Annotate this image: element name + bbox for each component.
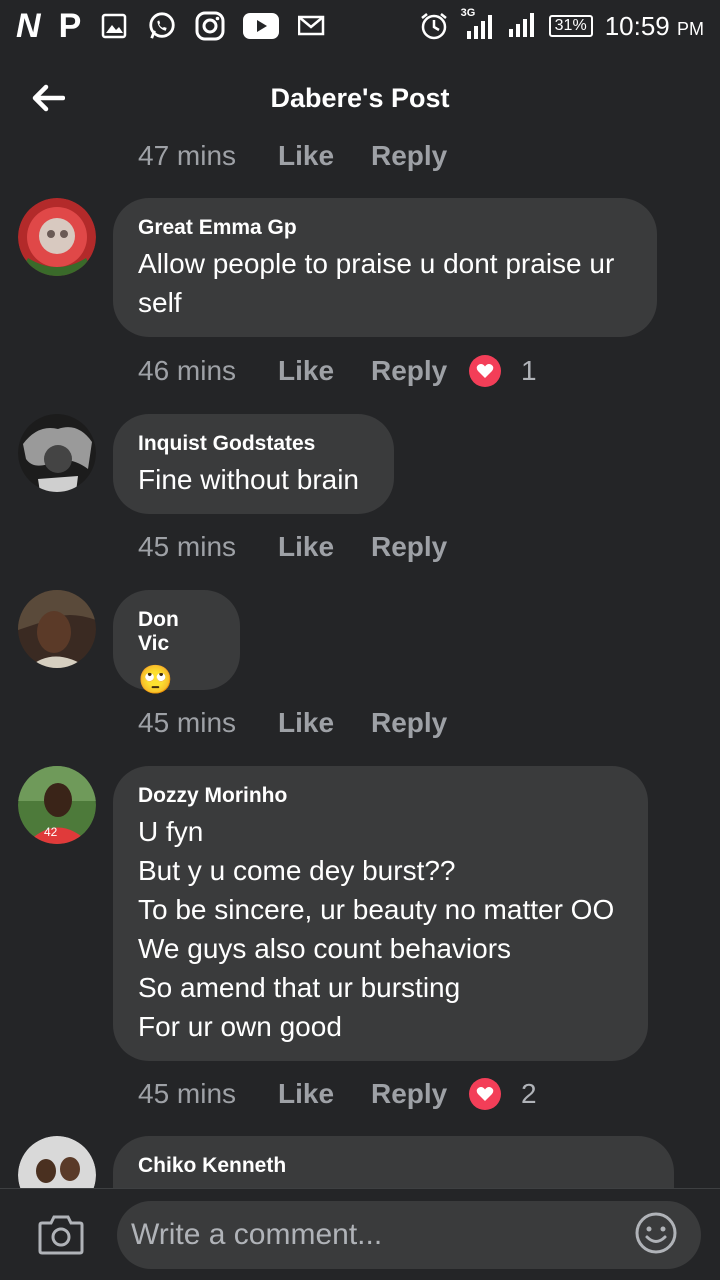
signal-icon bbox=[507, 9, 537, 44]
comment-text: 🙄 bbox=[138, 664, 173, 695]
whatsapp-icon bbox=[147, 11, 177, 41]
avatar[interactable] bbox=[18, 198, 96, 276]
avatar[interactable]: 42 bbox=[18, 766, 96, 844]
comment-actions: 45 mins Like Reply bbox=[138, 703, 469, 743]
comment-composer bbox=[0, 1188, 720, 1280]
comment-time: 45 mins bbox=[138, 531, 237, 562]
reply-button[interactable]: Reply bbox=[371, 1078, 469, 1110]
reply-button[interactable]: Reply bbox=[371, 531, 469, 563]
like-button[interactable]: Like bbox=[278, 531, 371, 563]
comments-feed[interactable]: 47 mins Like Reply Great Emma Gp Allow p… bbox=[0, 128, 720, 1188]
instagram-icon bbox=[195, 11, 225, 41]
like-button[interactable]: Like bbox=[278, 140, 371, 172]
comment-time: 45 mins bbox=[138, 1078, 237, 1109]
comment-text: U fyn But y u come dey burst?? To be sin… bbox=[138, 816, 615, 1042]
status-bar: N P 3G 31% 10:59 PM bbox=[0, 0, 720, 52]
like-button[interactable]: Like bbox=[278, 1078, 371, 1110]
heart-icon bbox=[469, 1078, 501, 1110]
like-button[interactable]: Like bbox=[278, 707, 371, 739]
notification-p-icon: P bbox=[58, 7, 82, 45]
gallery-icon bbox=[99, 11, 129, 41]
comment-bubble: Don Vic 🙄 bbox=[113, 590, 240, 695]
comment-time: 46 mins bbox=[138, 355, 237, 386]
reply-button[interactable]: Reply bbox=[371, 707, 469, 739]
heart-icon bbox=[469, 355, 501, 387]
signal-3g-icon: 3G bbox=[461, 7, 495, 41]
page-title: Dabere's Post bbox=[270, 82, 450, 113]
comment-author[interactable]: Don Vic bbox=[138, 608, 214, 656]
avatar[interactable] bbox=[18, 414, 96, 492]
comment-text: Allow people to praise u dont praise ur … bbox=[138, 248, 615, 318]
svg-text:42: 42 bbox=[44, 825, 58, 839]
reply-button[interactable]: Reply bbox=[371, 140, 469, 172]
comment-bubble: Chiko Kenneth bbox=[113, 1136, 674, 1188]
comment-author[interactable]: Great Emma Gp bbox=[138, 216, 631, 240]
reply-button[interactable]: Reply bbox=[371, 355, 469, 387]
avatar[interactable] bbox=[18, 590, 96, 668]
comment-author[interactable]: Chiko Kenneth bbox=[138, 1154, 648, 1178]
comment-actions: 45 mins Like Reply bbox=[138, 527, 469, 567]
comment-actions: 45 mins Like Reply 2 bbox=[138, 1074, 537, 1114]
notification-n-icon: N bbox=[16, 7, 41, 45]
comment-text: Fine without brain bbox=[138, 464, 360, 495]
comment-time: 45 mins bbox=[138, 707, 237, 738]
back-arrow-icon[interactable] bbox=[26, 76, 70, 120]
battery-indicator: 31% bbox=[548, 15, 593, 37]
youtube-icon bbox=[243, 11, 280, 41]
comment-actions: 47 mins Like Reply bbox=[138, 136, 469, 176]
comment-actions: 46 mins Like Reply 1 bbox=[138, 351, 537, 391]
reaction-summary[interactable]: 2 bbox=[469, 1078, 537, 1110]
reaction-summary[interactable]: 1 bbox=[469, 355, 537, 387]
clock-ampm: PM bbox=[677, 18, 704, 39]
mail-icon bbox=[297, 11, 327, 41]
comment-bubble: Inquist Godstates Fine without brain bbox=[113, 414, 394, 514]
like-button[interactable]: Like bbox=[278, 355, 371, 387]
alarm-icon bbox=[419, 11, 449, 41]
emoji-icon[interactable] bbox=[634, 1211, 678, 1255]
reaction-count: 2 bbox=[521, 1078, 537, 1109]
comment-author[interactable]: Inquist Godstates bbox=[138, 432, 368, 456]
comment-input[interactable] bbox=[117, 1201, 701, 1269]
comment-bubble: Great Emma Gp Allow people to praise u d… bbox=[113, 198, 657, 337]
comment-author[interactable]: Dozzy Morinho bbox=[138, 784, 622, 808]
comment-bubble: Dozzy Morinho U fyn But y u come dey bur… bbox=[113, 766, 648, 1061]
avatar[interactable] bbox=[18, 1136, 96, 1188]
comment-time: 47 mins bbox=[138, 140, 237, 171]
clock-time: 10:59 bbox=[604, 10, 670, 41]
reaction-count: 1 bbox=[521, 355, 537, 386]
camera-icon[interactable] bbox=[38, 1213, 84, 1255]
status-clock: 10:59 PM bbox=[605, 11, 704, 42]
